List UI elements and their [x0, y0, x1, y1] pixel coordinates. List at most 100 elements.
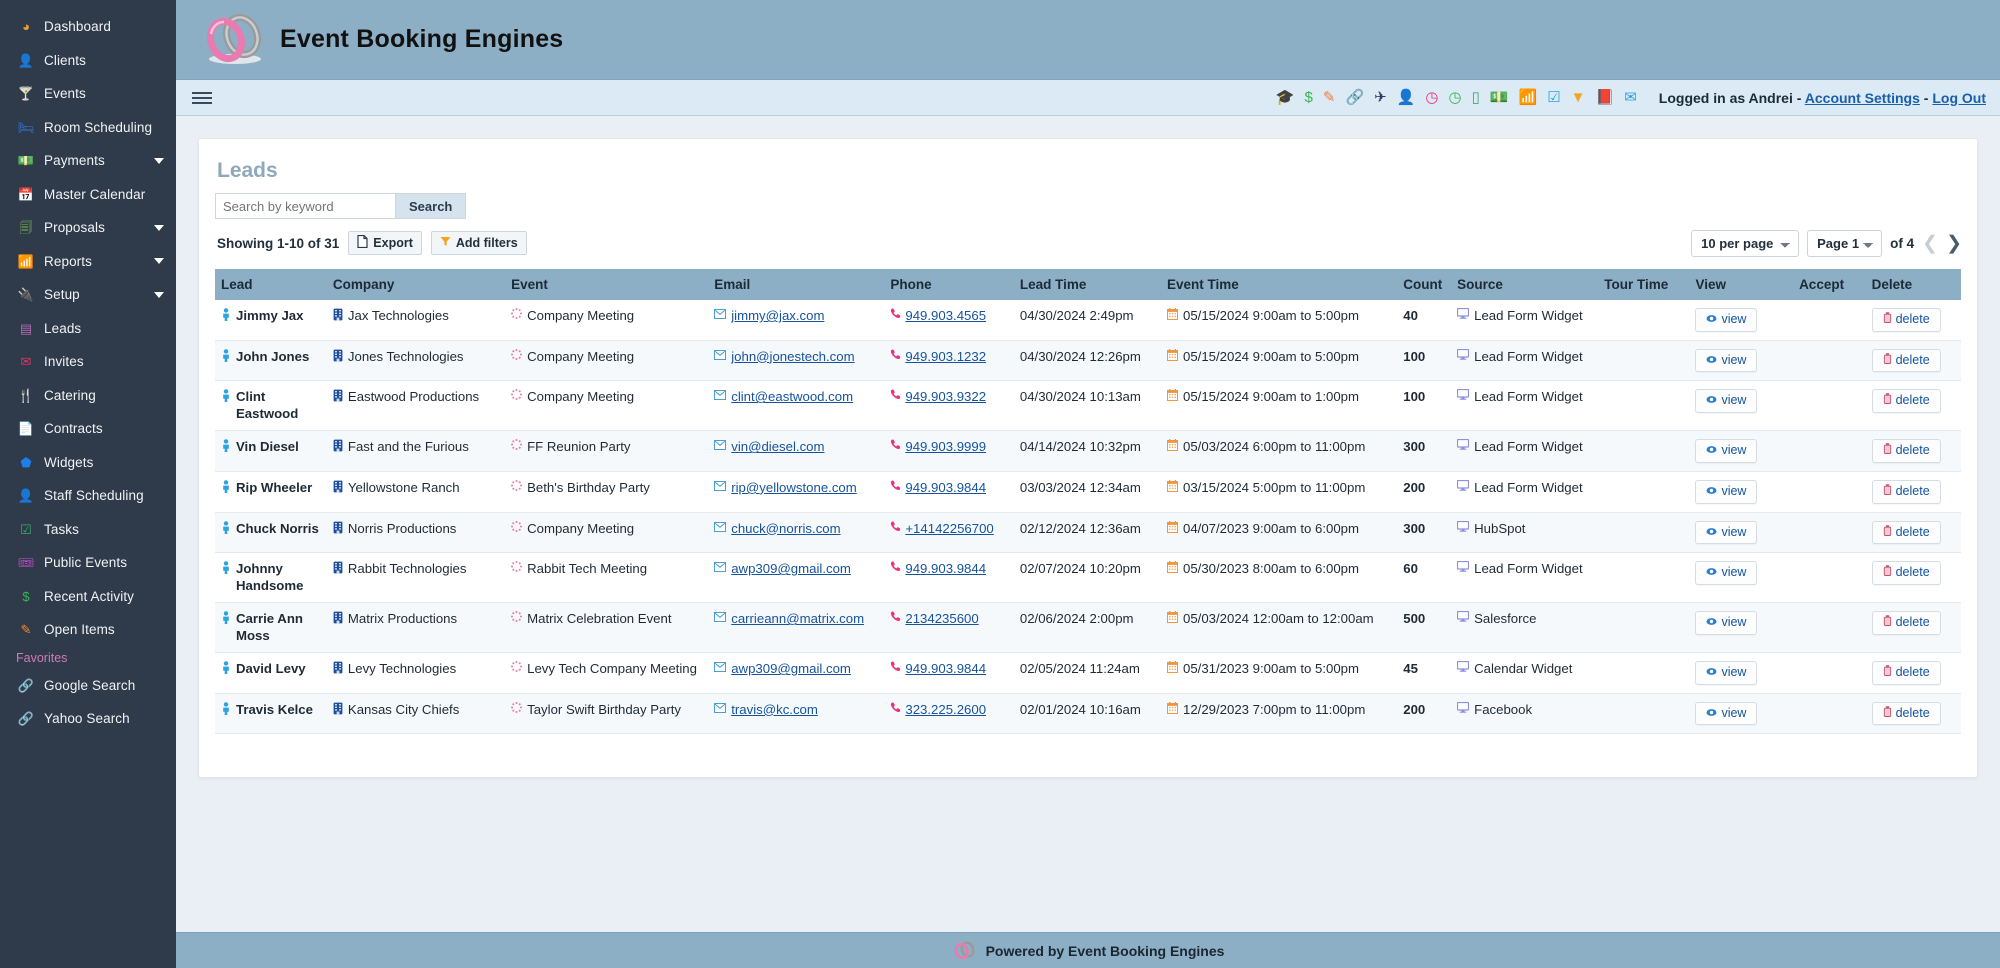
delete-button[interactable]: delete: [1871, 348, 1941, 373]
search-input[interactable]: [215, 193, 395, 219]
view-button[interactable]: view: [1695, 389, 1758, 413]
email-link[interactable]: clint@eastwood.com: [731, 389, 853, 406]
airplane-icon[interactable]: ✈: [1374, 90, 1387, 105]
email-link[interactable]: vin@diesel.com: [731, 439, 824, 456]
sidebar-item-staff-scheduling[interactable]: 👤 Staff Scheduling: [0, 479, 176, 513]
sidebar-item-leads[interactable]: ▤ Leads: [0, 312, 176, 346]
sidebar-item-recent-activity[interactable]: $ Recent Activity: [0, 580, 176, 614]
sidebar-item-catering[interactable]: 🍴 Catering: [0, 379, 176, 413]
table-row[interactable]: Chuck Norris Norris Productions Company Me…: [215, 512, 1961, 554]
sidebar-item-master-calendar[interactable]: 📅 Master Calendar: [0, 178, 176, 212]
table-row[interactable]: Travis Kelce Kansas City Chiefs Taylor Swi…: [215, 693, 1961, 735]
log-out-link[interactable]: Log Out: [1932, 90, 1986, 106]
clock-pink-icon[interactable]: ◷: [1425, 90, 1438, 105]
phone-link[interactable]: 949.903.9844: [905, 561, 986, 578]
sidebar-item-payments[interactable]: 💵 Payments: [0, 144, 176, 178]
delete-button[interactable]: delete: [1871, 661, 1941, 685]
search-button[interactable]: Search: [395, 193, 467, 219]
delete-button[interactable]: delete: [1871, 308, 1941, 332]
phone-link[interactable]: 2134235600: [905, 611, 978, 628]
table-row[interactable]: Carrie Ann Moss Matrix Productions Matrix …: [215, 602, 1961, 654]
sidebar-item-open-items[interactable]: ✎ Open Items: [0, 613, 176, 647]
export-button[interactable]: Export: [348, 231, 422, 255]
mobile-icon[interactable]: ▯: [1472, 90, 1480, 105]
delete-button[interactable]: delete: [1871, 389, 1941, 413]
table-row[interactable]: Vin Diesel Fast and the Furious FF Reunion…: [215, 430, 1961, 472]
person-icon[interactable]: 👤: [1397, 90, 1416, 105]
table-row[interactable]: Jimmy Jax Jax Technologies Company Meeting…: [215, 300, 1961, 341]
phone-link[interactable]: 949.903.1232: [905, 349, 986, 366]
email-link[interactable]: rip@yellowstone.com: [731, 480, 857, 497]
sidebar-item-proposals[interactable]: 🗐 Proposals: [0, 211, 176, 245]
phone-link[interactable]: 949.903.9999: [905, 439, 986, 456]
view-button[interactable]: view: [1695, 661, 1758, 685]
sidebar-item-room-scheduling[interactable]: 🛏 Room Scheduling: [0, 111, 176, 145]
sidebar-item-reports[interactable]: 📶 Reports: [0, 245, 176, 279]
bar-chart-icon[interactable]: 📶: [1519, 90, 1538, 105]
sidebar-favorite-google-search[interactable]: 🔗 Google Search: [0, 669, 176, 703]
table-row[interactable]: Johnny Handsome Rabbit Technologies Rabbit…: [215, 552, 1961, 604]
view-button[interactable]: view: [1695, 479, 1758, 504]
sidebar-item-events[interactable]: 🍸 Events: [0, 77, 176, 111]
delete-button[interactable]: delete: [1871, 701, 1941, 726]
sidebar-item-setup[interactable]: 🔌 Setup: [0, 278, 176, 312]
next-page-arrow[interactable]: ❯: [1946, 234, 1962, 253]
filter-icon[interactable]: ▼: [1571, 90, 1586, 105]
book-icon[interactable]: 📕: [1596, 90, 1615, 105]
delete-button[interactable]: delete: [1871, 479, 1941, 504]
chevron-down-icon[interactable]: [154, 157, 164, 164]
table-row[interactable]: John Jones Jones Technologies Company Meet…: [215, 340, 1961, 382]
clock-green-icon[interactable]: ◷: [1448, 90, 1461, 105]
email-link[interactable]: chuck@norris.com: [731, 521, 840, 538]
phone-link[interactable]: 949.903.9844: [905, 480, 986, 497]
view-button[interactable]: view: [1695, 611, 1758, 635]
phone-link[interactable]: 323.225.2600: [905, 702, 986, 719]
email-link[interactable]: jimmy@jax.com: [731, 308, 824, 325]
view-button[interactable]: view: [1695, 701, 1758, 726]
chevron-down-icon[interactable]: [154, 224, 164, 231]
edit-note-icon[interactable]: ✎: [1323, 90, 1336, 105]
phone-link[interactable]: 949.903.9322: [905, 389, 986, 406]
link-icon[interactable]: 🔗: [1345, 90, 1364, 105]
table-row[interactable]: Clint Eastwood Eastwood Productions Compan…: [215, 380, 1961, 432]
hamburger-menu-icon[interactable]: [192, 91, 212, 104]
envelope-icon[interactable]: ✉: [1624, 90, 1637, 105]
add-filters-button[interactable]: Add filters: [430, 231, 527, 255]
sidebar-item-invites[interactable]: ✉ Invites: [0, 345, 176, 379]
phone-link[interactable]: +14142256700: [905, 521, 993, 538]
view-button[interactable]: view: [1695, 308, 1758, 332]
sidebar-item-tasks[interactable]: ☑ Tasks: [0, 513, 176, 547]
sidebar-favorite-yahoo-search[interactable]: 🔗 Yahoo Search: [0, 702, 176, 736]
sidebar-item-widgets[interactable]: ⬟ Widgets: [0, 446, 176, 480]
sidebar-item-dashboard[interactable]: ◕ Dashboard: [0, 10, 176, 44]
account-settings-link[interactable]: Account Settings: [1805, 90, 1920, 106]
table-row[interactable]: David Levy Levy Technologies Levy Tech Com…: [215, 652, 1961, 694]
email-link[interactable]: awp309@gmail.com: [731, 561, 851, 578]
phone-link[interactable]: 949.903.4565: [905, 308, 986, 325]
table-row[interactable]: Rip Wheeler Yellowstone Ranch Beth's Birth…: [215, 471, 1961, 513]
delete-button[interactable]: delete: [1871, 561, 1941, 585]
cash-icon[interactable]: 💵: [1490, 90, 1509, 105]
email-link[interactable]: awp309@gmail.com: [731, 661, 851, 678]
email-link[interactable]: john@jonestech.com: [731, 349, 854, 366]
view-button[interactable]: view: [1695, 439, 1758, 463]
prev-page-arrow[interactable]: ❮: [1922, 234, 1938, 253]
page-select[interactable]: Page 1: [1807, 229, 1883, 257]
sidebar-item-contracts[interactable]: 📄 Contracts: [0, 412, 176, 446]
delete-button[interactable]: delete: [1871, 611, 1941, 635]
sidebar-item-public-events[interactable]: 🎟 Public Events: [0, 546, 176, 580]
chevron-down-icon[interactable]: [154, 258, 164, 265]
phone-link[interactable]: 949.903.9844: [905, 661, 986, 678]
delete-button[interactable]: delete: [1871, 439, 1941, 463]
email-link[interactable]: carrieann@matrix.com: [731, 611, 864, 628]
delete-button[interactable]: delete: [1871, 520, 1941, 545]
view-button[interactable]: view: [1695, 348, 1758, 373]
graduation-cap-icon[interactable]: 🎓: [1276, 90, 1295, 105]
view-button[interactable]: view: [1695, 520, 1758, 545]
dollar-icon[interactable]: $: [1305, 90, 1313, 105]
per-page-select[interactable]: 10 per page: [1691, 229, 1800, 257]
sidebar-item-clients[interactable]: 👤 Clients: [0, 44, 176, 78]
email-link[interactable]: travis@kc.com: [731, 702, 818, 719]
view-button[interactable]: view: [1695, 561, 1758, 585]
checkbox-icon[interactable]: ☑: [1547, 90, 1560, 105]
